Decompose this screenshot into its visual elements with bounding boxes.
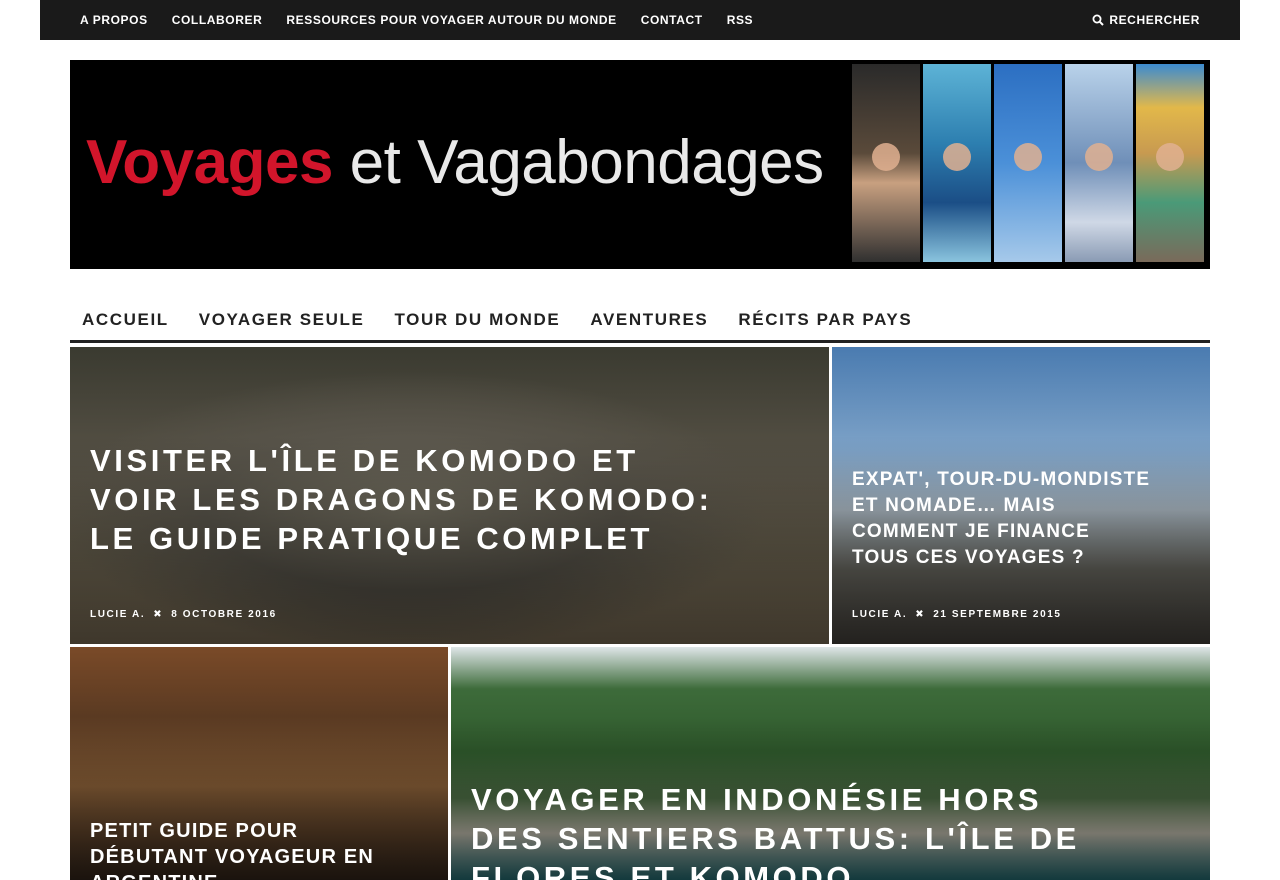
- top-nav-item-collaborer[interactable]: COLLABORER: [172, 13, 263, 27]
- top-nav: A PROPOS COLLABORER RESSOURCES POUR VOYA…: [80, 0, 777, 40]
- logo-word-red: Voyages: [86, 128, 333, 197]
- post-title[interactable]: EXPAT', TOUR-DU-MONDISTE ET NOMADE… MAIS…: [852, 467, 1152, 571]
- site-logo[interactable]: Voyages et Vagabondages: [86, 132, 824, 194]
- post-tile-argentina[interactable]: PETIT GUIDE POUR DÉBUTANT VOYAGEUR EN AR…: [70, 647, 448, 880]
- post-title[interactable]: VOYAGER EN INDONÉSIE HORS DES SENTIERS B…: [471, 780, 1111, 880]
- post-title[interactable]: PETIT GUIDE POUR DÉBUTANT VOYAGEUR EN AR…: [90, 818, 410, 880]
- meta-separator-icon: ✖: [915, 609, 926, 620]
- main-nav-divider: [70, 340, 1210, 343]
- post-date: 21 SEPTEMBRE 2015: [933, 609, 1062, 620]
- main-nav: ACCUEIL VOYAGER SEULE TOUR DU MONDE AVEN…: [70, 300, 1210, 340]
- main-nav-item-voyager-seule[interactable]: VOYAGER SEULE: [199, 310, 365, 330]
- main-nav-item-aventures[interactable]: AVENTURES: [590, 310, 708, 330]
- post-meta: LUCIE A. ✖ 8 OCTOBRE 2016: [90, 609, 277, 620]
- search-label: RECHERCHER: [1109, 13, 1200, 27]
- post-tile-komodo[interactable]: VISITER L'ÎLE DE KOMODO ET VOIR LES DRAG…: [70, 347, 829, 644]
- top-nav-item-contact[interactable]: CONTACT: [641, 13, 703, 27]
- post-date: 8 OCTOBRE 2016: [171, 609, 277, 620]
- search-icon: [1092, 14, 1105, 26]
- top-nav-item-ressources[interactable]: RESSOURCES POUR VOYAGER AUTOUR DU MONDE: [286, 13, 616, 27]
- main-nav-item-tour-du-monde[interactable]: TOUR DU MONDE: [394, 310, 560, 330]
- site-banner[interactable]: Voyages et Vagabondages: [70, 60, 1210, 269]
- top-nav-item-a-propos[interactable]: A PROPOS: [80, 13, 148, 27]
- banner-photo-glacier: [923, 64, 991, 262]
- banner-photo-colorful-wall: [1136, 64, 1204, 262]
- post-tile-expat[interactable]: EXPAT', TOUR-DU-MONDISTE ET NOMADE… MAIS…: [832, 347, 1210, 644]
- top-bar: A PROPOS COLLABORER RESSOURCES POUR VOYA…: [40, 0, 1240, 40]
- banner-photo-portrait: [852, 64, 920, 262]
- banner-photo-beach: [1065, 64, 1133, 262]
- main-nav-item-accueil[interactable]: ACCUEIL: [82, 310, 169, 330]
- search-button[interactable]: RECHERCHER: [1092, 0, 1200, 40]
- meta-separator-icon: ✖: [153, 609, 164, 620]
- post-tile-flores[interactable]: VOYAGER EN INDONÉSIE HORS DES SENTIERS B…: [451, 647, 1210, 880]
- banner-photo-strip: [852, 64, 1204, 262]
- post-author[interactable]: LUCIE A.: [852, 609, 907, 620]
- logo-word-white: et Vagabondages: [349, 128, 825, 197]
- top-nav-item-rss[interactable]: RSS: [727, 13, 753, 27]
- banner-photo-skydiving: [994, 64, 1062, 262]
- main-nav-item-recits-par-pays[interactable]: RÉCITS PAR PAYS: [738, 310, 912, 330]
- post-title[interactable]: VISITER L'ÎLE DE KOMODO ET VOIR LES DRAG…: [90, 441, 730, 558]
- post-meta: LUCIE A. ✖ 21 SEPTEMBRE 2015: [852, 609, 1062, 620]
- post-author[interactable]: LUCIE A.: [90, 609, 145, 620]
